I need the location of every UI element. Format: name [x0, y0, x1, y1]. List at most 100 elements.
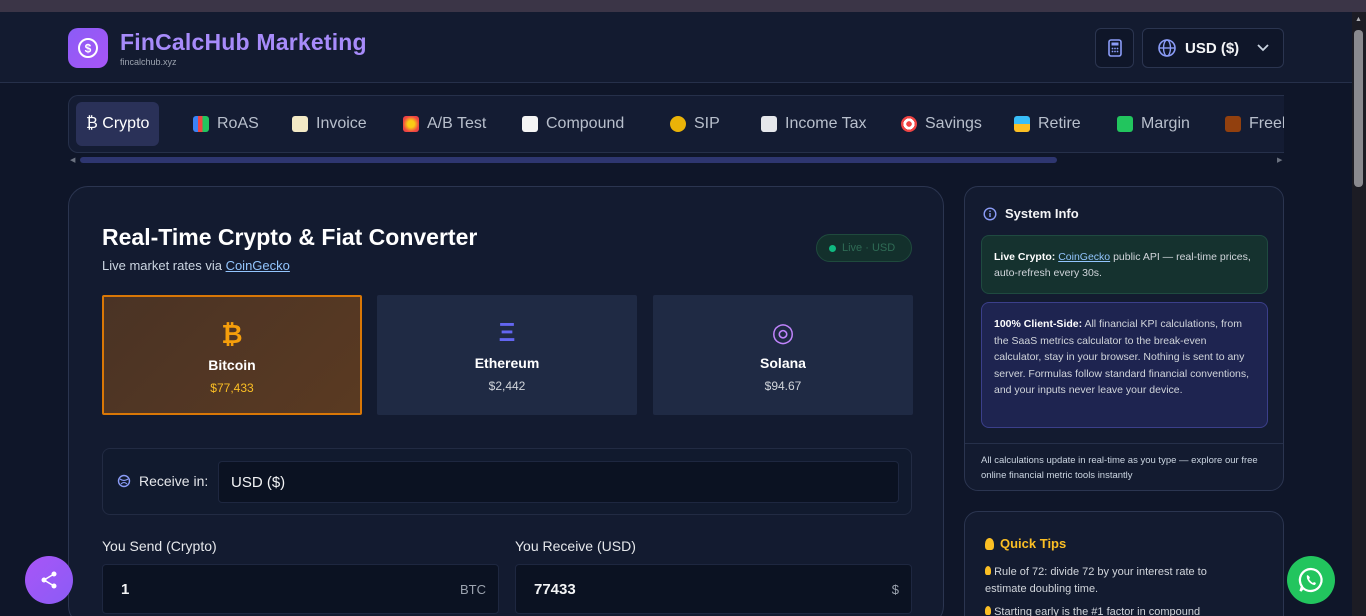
tip-text: Rule of 72: divide 72 by your interest r…: [985, 566, 1207, 595]
converter-subtitle: Live market rates via CoinGecko: [102, 258, 290, 273]
tab-margin[interactable]: Margin: [1107, 102, 1200, 146]
bitcoin-icon: ₿: [221, 319, 243, 349]
tab-invoice[interactable]: Invoice: [282, 102, 377, 146]
tab-label: Invoice: [316, 115, 367, 132]
coin-card-solana[interactable]: ◎ Solana $94.67: [653, 295, 913, 415]
live-crypto-bold: Live Crypto:: [994, 251, 1056, 263]
tab-label: Compound: [546, 115, 625, 132]
quick-tips-title-text: Quick Tips: [1000, 536, 1067, 551]
collision-icon: [403, 116, 419, 132]
converter-title: Real-Time Crypto & Fiat Converter: [102, 224, 478, 250]
bank-icon: [761, 116, 777, 132]
tab-label: A/B Test: [427, 115, 487, 132]
coingecko-info-link[interactable]: CoinGecko: [1058, 251, 1110, 263]
tab-label: Savings: [925, 115, 982, 132]
currency-selector[interactable]: USD ($): [1142, 28, 1284, 68]
solana-icon: ◎: [771, 317, 795, 347]
receive-amount-value: 77433: [534, 581, 576, 598]
memo-icon: [292, 116, 308, 132]
coin-price: $2,442: [488, 379, 526, 393]
logo-dollar-icon[interactable]: $: [68, 28, 108, 68]
info-icon: [983, 206, 997, 221]
beach-icon: [1014, 116, 1030, 132]
receive-amount-input[interactable]: 77433 $: [515, 564, 912, 614]
page-scrollbar-thumb[interactable]: [1354, 30, 1363, 187]
converter-card: Real-Time Crypto & Fiat Converter Live m…: [68, 186, 944, 616]
whatsapp-button[interactable]: [1287, 556, 1335, 604]
target-icon: [901, 116, 917, 132]
tab-roas[interactable]: RoAS: [183, 102, 269, 146]
tip-item: Rule of 72: divide 72 by your interest r…: [985, 564, 1245, 597]
client-side-bold: 100% Client-Side:: [994, 318, 1083, 330]
system-info-title-text: System Info: [1005, 206, 1079, 221]
coin-card-ethereum[interactable]: Ξ Ethereum $2,442: [377, 295, 637, 415]
whatsapp-icon: [1298, 567, 1323, 593]
tabs-scroll-left-arrow[interactable]: ◀: [70, 156, 75, 164]
chart-up-icon: [522, 116, 538, 132]
send-unit: BTC: [460, 582, 486, 597]
coin-card-bitcoin[interactable]: ₿ Bitcoin $77,433: [102, 295, 362, 415]
tabs-scrollbar-thumb[interactable]: [80, 157, 1057, 163]
currency-selector-label: USD ($): [1185, 39, 1240, 57]
calculator-icon: [1107, 39, 1122, 57]
globe-icon: [1158, 39, 1176, 57]
coin-name: Bitcoin: [208, 357, 256, 373]
globe-icon: [117, 474, 131, 488]
tab-label: Retire: [1038, 115, 1081, 132]
system-info-footer: All calculations update in real-time as …: [981, 455, 1258, 481]
ethereum-icon: Ξ: [498, 317, 516, 347]
app-title[interactable]: FinCalcHub Marketing: [120, 29, 367, 56]
money-bag-icon: [670, 116, 686, 132]
tab-label: SIP: [694, 115, 720, 132]
tab-freelance[interactable]: Freel: [1215, 102, 1284, 146]
tab-retire[interactable]: Retire: [1004, 102, 1091, 146]
lightbulb-icon: [985, 566, 991, 575]
receive-currency-row: Receive in: USD ($): [102, 448, 912, 515]
receive-amount-label: You Receive (USD): [515, 538, 636, 554]
share-button[interactable]: [25, 556, 73, 604]
receive-currency-select[interactable]: USD ($): [218, 461, 899, 503]
quick-tips-card: Quick Tips Rule of 72: divide 72 by your…: [964, 511, 1284, 616]
tabs-scroll-right-arrow[interactable]: ▶: [1277, 156, 1282, 164]
browser-top-strip: [0, 0, 1366, 12]
tab-savings[interactable]: Savings: [891, 102, 992, 146]
tab-sip[interactable]: SIP: [660, 102, 730, 146]
app-domain: fincalchub.xyz: [120, 57, 177, 67]
live-badge-label: Live · USD: [842, 242, 896, 254]
subtitle-text: Live market rates via: [102, 258, 222, 273]
tip-item: Starting early is the #1 factor in compo…: [985, 604, 1245, 616]
coin-name: Solana: [760, 355, 806, 371]
coingecko-link[interactable]: CoinGecko: [226, 258, 290, 273]
client-side-info: 100% Client-Side: All financial KPI calc…: [981, 302, 1268, 428]
tab-label: Freel: [1249, 115, 1284, 132]
send-amount-value: 1: [121, 581, 130, 598]
svg-text:$: $: [85, 42, 92, 56]
coin-price: $77,433: [210, 381, 254, 395]
tab-label: RoAS: [217, 115, 259, 132]
bar-chart-icon: [193, 116, 209, 132]
check-mark-icon: [1117, 116, 1133, 132]
divider: [965, 443, 1283, 444]
live-dot-icon: [829, 244, 836, 252]
tab-income-tax[interactable]: Income Tax: [751, 102, 877, 146]
lightbulb-icon: [985, 606, 991, 615]
share-icon: [41, 571, 57, 589]
tip-text: Starting early is the #1 factor in compo…: [994, 606, 1201, 616]
tab-compound[interactable]: Compound: [512, 102, 634, 146]
tab-ab-test[interactable]: A/B Test: [393, 102, 496, 146]
tab-crypto[interactable]: ₿ Crypto: [76, 102, 160, 146]
app-header: $ FinCalcHub Marketing fincalchub.xyz US…: [0, 12, 1352, 83]
briefcase-icon: [1225, 116, 1241, 132]
receive-label-text: Receive in:: [139, 473, 209, 489]
send-amount-input[interactable]: 1 BTC: [102, 564, 499, 614]
tab-label: ₿ Crypto: [86, 115, 150, 132]
calculator-button[interactable]: [1095, 28, 1134, 68]
calculator-tabs: ₿ Crypto RoAS Invoice A/B Test Compound …: [68, 95, 1284, 153]
chevron-down-icon: [1257, 44, 1269, 52]
quick-tips-title: Quick Tips: [985, 536, 1066, 551]
coin-name: Ethereum: [474, 355, 540, 371]
live-status-badge: Live · USD: [816, 234, 912, 262]
tab-label: Income Tax: [785, 115, 867, 132]
coin-price: $94.67: [764, 379, 802, 393]
scroll-up-arrow[interactable]: ▲: [1355, 16, 1362, 23]
